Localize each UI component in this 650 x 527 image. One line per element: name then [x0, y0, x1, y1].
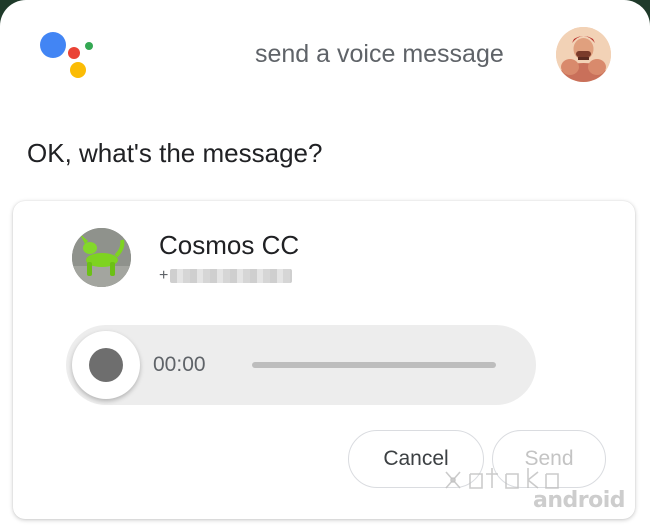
- assistant-prompt: OK, what's the message?: [27, 138, 323, 168]
- redacted-number: [170, 268, 293, 283]
- google-assistant-icon: [40, 32, 96, 80]
- logo-dot-yellow: [70, 62, 86, 78]
- voice-message-card: Cosmos CC + 00:00 Cancel Send: [13, 201, 635, 519]
- user-avatar[interactable]: [556, 27, 611, 82]
- recording-progress-bar[interactable]: [252, 362, 496, 368]
- voice-recorder: 00:00: [66, 325, 536, 405]
- logo-dot-green: [85, 42, 93, 50]
- send-button[interactable]: Send: [492, 430, 606, 488]
- contact-avatar-image: [72, 228, 131, 287]
- contact-name: Cosmos CC: [159, 230, 300, 260]
- record-icon: [89, 348, 123, 382]
- cancel-button[interactable]: Cancel: [348, 430, 484, 488]
- logo-dot-red: [68, 47, 80, 59]
- contact-avatar: [72, 228, 131, 287]
- logo-dot-blue: [40, 32, 66, 58]
- query-text[interactable]: send a voice message: [255, 40, 504, 69]
- assistant-sheet: send a voice message OK, what's the mess…: [0, 0, 650, 527]
- record-button[interactable]: [72, 331, 140, 399]
- user-avatar-image: [556, 27, 611, 82]
- contact-number: +: [159, 267, 293, 285]
- recording-timer: 00:00: [153, 353, 206, 376]
- contact-number-prefix: +: [159, 267, 169, 284]
